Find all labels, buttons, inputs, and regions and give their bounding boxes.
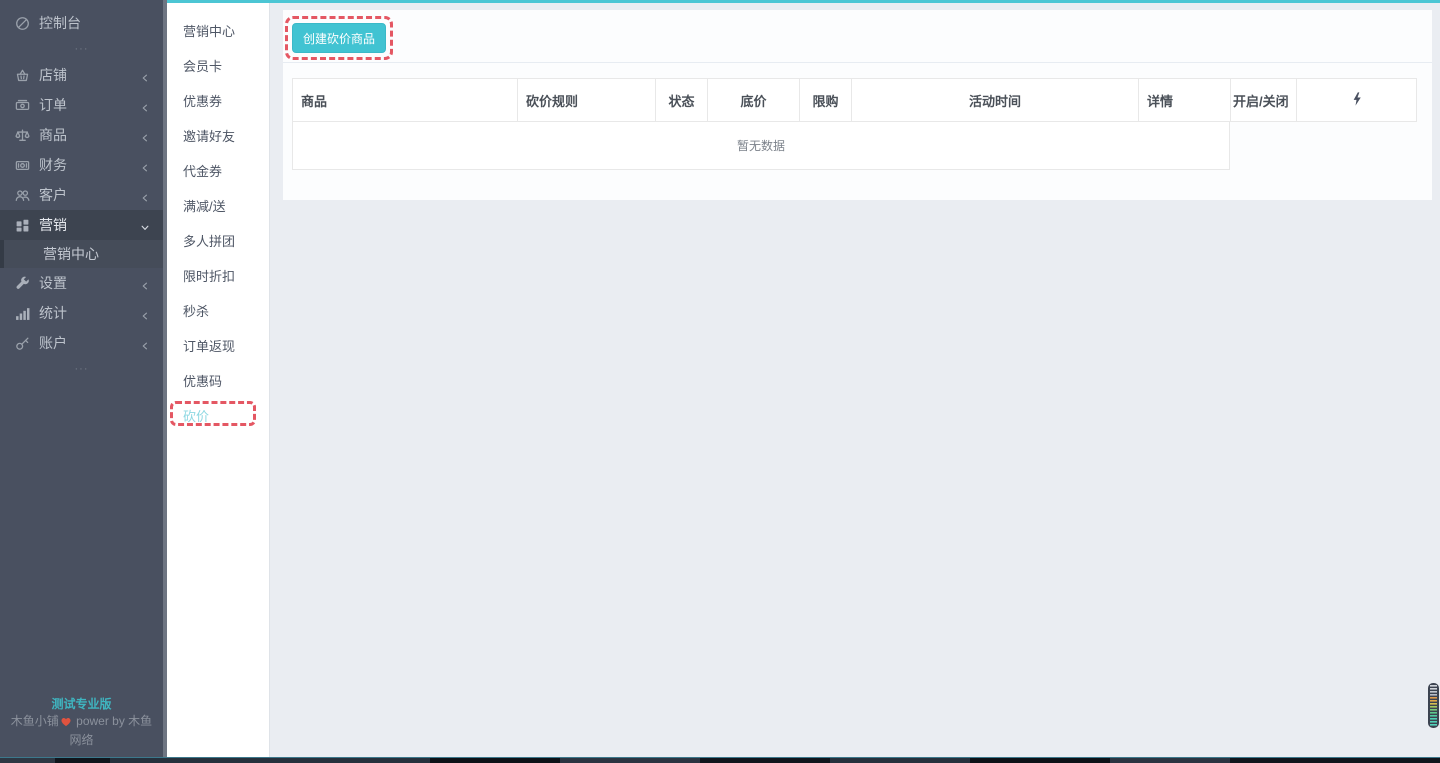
- sidebar-subitem-label: 营销中心: [43, 244, 99, 264]
- table-header-purchase-limit: 限购: [800, 79, 852, 121]
- finance-icon: [15, 158, 30, 173]
- submenu-item-order-cashback[interactable]: 订单返现: [167, 328, 269, 363]
- submenu-item-coupons[interactable]: 优惠券: [167, 83, 269, 118]
- sidebar-item-label: 账户: [39, 333, 67, 353]
- submenu-item-group-buy[interactable]: 多人拼团: [167, 223, 269, 258]
- account-icon: [15, 336, 30, 351]
- table-header-bargain-rule: 砍价规则: [518, 79, 656, 121]
- create-bargain-product-button[interactable]: 创建砍价商品: [292, 23, 386, 53]
- dashboard-icon: [15, 16, 30, 31]
- sidebar-item-account[interactable]: 账户: [0, 328, 163, 358]
- sidebar-item-marketing[interactable]: 营销: [0, 210, 163, 240]
- submenu-item-label: 邀请好友: [183, 126, 235, 145]
- chevron-left-icon: [140, 160, 150, 170]
- orders-icon: [15, 98, 30, 113]
- submenu-item-membership-card[interactable]: 会员卡: [167, 48, 269, 83]
- customers-icon: [15, 188, 30, 203]
- chevron-left-icon: [140, 308, 150, 318]
- sidebar-item-settings[interactable]: 设置: [0, 268, 163, 298]
- chevron-down-icon: [140, 220, 150, 230]
- sidebar-item-customers[interactable]: 客户: [0, 180, 163, 210]
- settings-icon: [15, 276, 30, 291]
- submenu-item-vouchers[interactable]: 代金券: [167, 153, 269, 188]
- main-content: 创建砍价商品 商品 砍价规则 状态 底价 限购 活动时间 详情 开启/关闭: [270, 3, 1440, 757]
- submenu-item-label: 营销中心: [183, 21, 235, 40]
- table-header-actions: [1297, 79, 1416, 121]
- sidebar-item-finance[interactable]: 财务: [0, 150, 163, 180]
- sidebar: 控制台 ··· 店铺 订单 商品: [0, 0, 163, 757]
- marketing-icon: [15, 218, 30, 233]
- sidebar-subitem-marketing-center[interactable]: 营销中心: [0, 240, 163, 268]
- sidebar-item-label: 设置: [39, 273, 67, 293]
- sidebar-item-goods[interactable]: 商品: [0, 120, 163, 150]
- table-header-floor-price: 底价: [708, 79, 800, 121]
- sidebar-item-label: 商品: [39, 125, 67, 145]
- submenu-item-label: 优惠券: [183, 91, 222, 110]
- bargain-panel: 创建砍价商品 商品 砍价规则 状态 底价 限购 活动时间 详情 开启/关闭: [283, 10, 1432, 200]
- submenu-item-label: 优惠码: [183, 371, 222, 390]
- submenu-item-label: 订单返现: [183, 336, 235, 355]
- heart-icon: [60, 715, 72, 732]
- submenu-item-label: 满减/送: [183, 196, 226, 215]
- table-header-status: 状态: [656, 79, 708, 121]
- power-by-label: power by 木鱼网络: [69, 714, 152, 747]
- chevron-left-icon: [140, 190, 150, 200]
- submenu-item-bargain[interactable]: 砍价: [167, 398, 269, 433]
- submenu-item-full-reduction[interactable]: 满减/送: [167, 188, 269, 223]
- chevron-left-icon: [140, 70, 150, 80]
- taskbar-sliver: [0, 757, 1440, 763]
- submenu-item-label: 代金券: [183, 161, 222, 180]
- chevron-left-icon: [140, 130, 150, 140]
- sidebar-item-label: 财务: [39, 155, 67, 175]
- toolbar: 创建砍价商品: [283, 10, 1432, 63]
- sidebar-item-stats[interactable]: 统计: [0, 298, 163, 328]
- chevron-left-icon: [140, 338, 150, 348]
- submenu-item-label: 砍价: [183, 406, 209, 425]
- sidebar-item-console[interactable]: 控制台: [0, 8, 163, 38]
- table-header-activity-time: 活动时间: [852, 79, 1139, 121]
- sidebar-item-label: 控制台: [39, 13, 81, 33]
- submenu-item-marketing-center[interactable]: 营销中心: [167, 13, 269, 48]
- chevron-left-icon: [140, 100, 150, 110]
- sidebar-divider: ···: [0, 38, 163, 60]
- app-root: 控制台 ··· 店铺 订单 商品: [0, 0, 1440, 763]
- table-header-open-close: 开启/关闭: [1231, 79, 1297, 121]
- bargain-table: 商品 砍价规则 状态 底价 限购 活动时间 详情 开启/关闭 暂无数据: [283, 63, 1432, 170]
- scroll-indicator-thumb[interactable]: [1428, 683, 1439, 728]
- stats-icon: [15, 306, 30, 321]
- sidebar-item-label: 订单: [39, 95, 67, 115]
- sidebar-item-orders[interactable]: 订单: [0, 90, 163, 120]
- shop-icon: [15, 68, 30, 83]
- lightning-icon: [1352, 92, 1362, 109]
- brand-label: 木鱼小铺: [11, 714, 59, 728]
- table-header-row: 商品 砍价规则 状态 底价 限购 活动时间 详情 开启/关闭: [292, 78, 1417, 122]
- sidebar-item-label: 统计: [39, 303, 67, 323]
- sidebar-item-label: 店铺: [39, 65, 67, 85]
- submenu-item-limited-discount[interactable]: 限时折扣: [167, 258, 269, 293]
- sidebar-item-shop[interactable]: 店铺: [0, 60, 163, 90]
- sidebar-footer: 测试专业版 木鱼小铺 power by 木鱼网络: [0, 696, 163, 749]
- table-header-details: 详情: [1139, 79, 1231, 121]
- submenu-item-label: 会员卡: [183, 56, 222, 75]
- submenu-item-invite-friends[interactable]: 邀请好友: [167, 118, 269, 153]
- submenu-item-promo-code[interactable]: 优惠码: [167, 363, 269, 398]
- table-empty-row: 暂无数据: [292, 122, 1230, 170]
- sidebar-menu: 控制台 ··· 店铺 订单 商品: [0, 0, 163, 380]
- sidebar-divider: ···: [0, 358, 163, 380]
- table-header-product: 商品: [293, 79, 518, 121]
- submenu-item-label: 限时折扣: [183, 266, 235, 285]
- submenu-item-label: 多人拼团: [183, 231, 235, 250]
- submenu-item-label: 秒杀: [183, 301, 209, 320]
- sidebar-item-label: 客户: [39, 185, 67, 205]
- sidebar-item-label: 营销: [39, 215, 67, 235]
- chevron-left-icon: [140, 278, 150, 288]
- goods-icon: [15, 128, 30, 143]
- edition-label[interactable]: 测试专业版: [6, 696, 157, 713]
- marketing-submenu: 营销中心 会员卡 优惠券 邀请好友 代金券 满减/送 多人拼团 限时折扣 秒杀 …: [167, 3, 270, 757]
- submenu-item-flash-sale[interactable]: 秒杀: [167, 293, 269, 328]
